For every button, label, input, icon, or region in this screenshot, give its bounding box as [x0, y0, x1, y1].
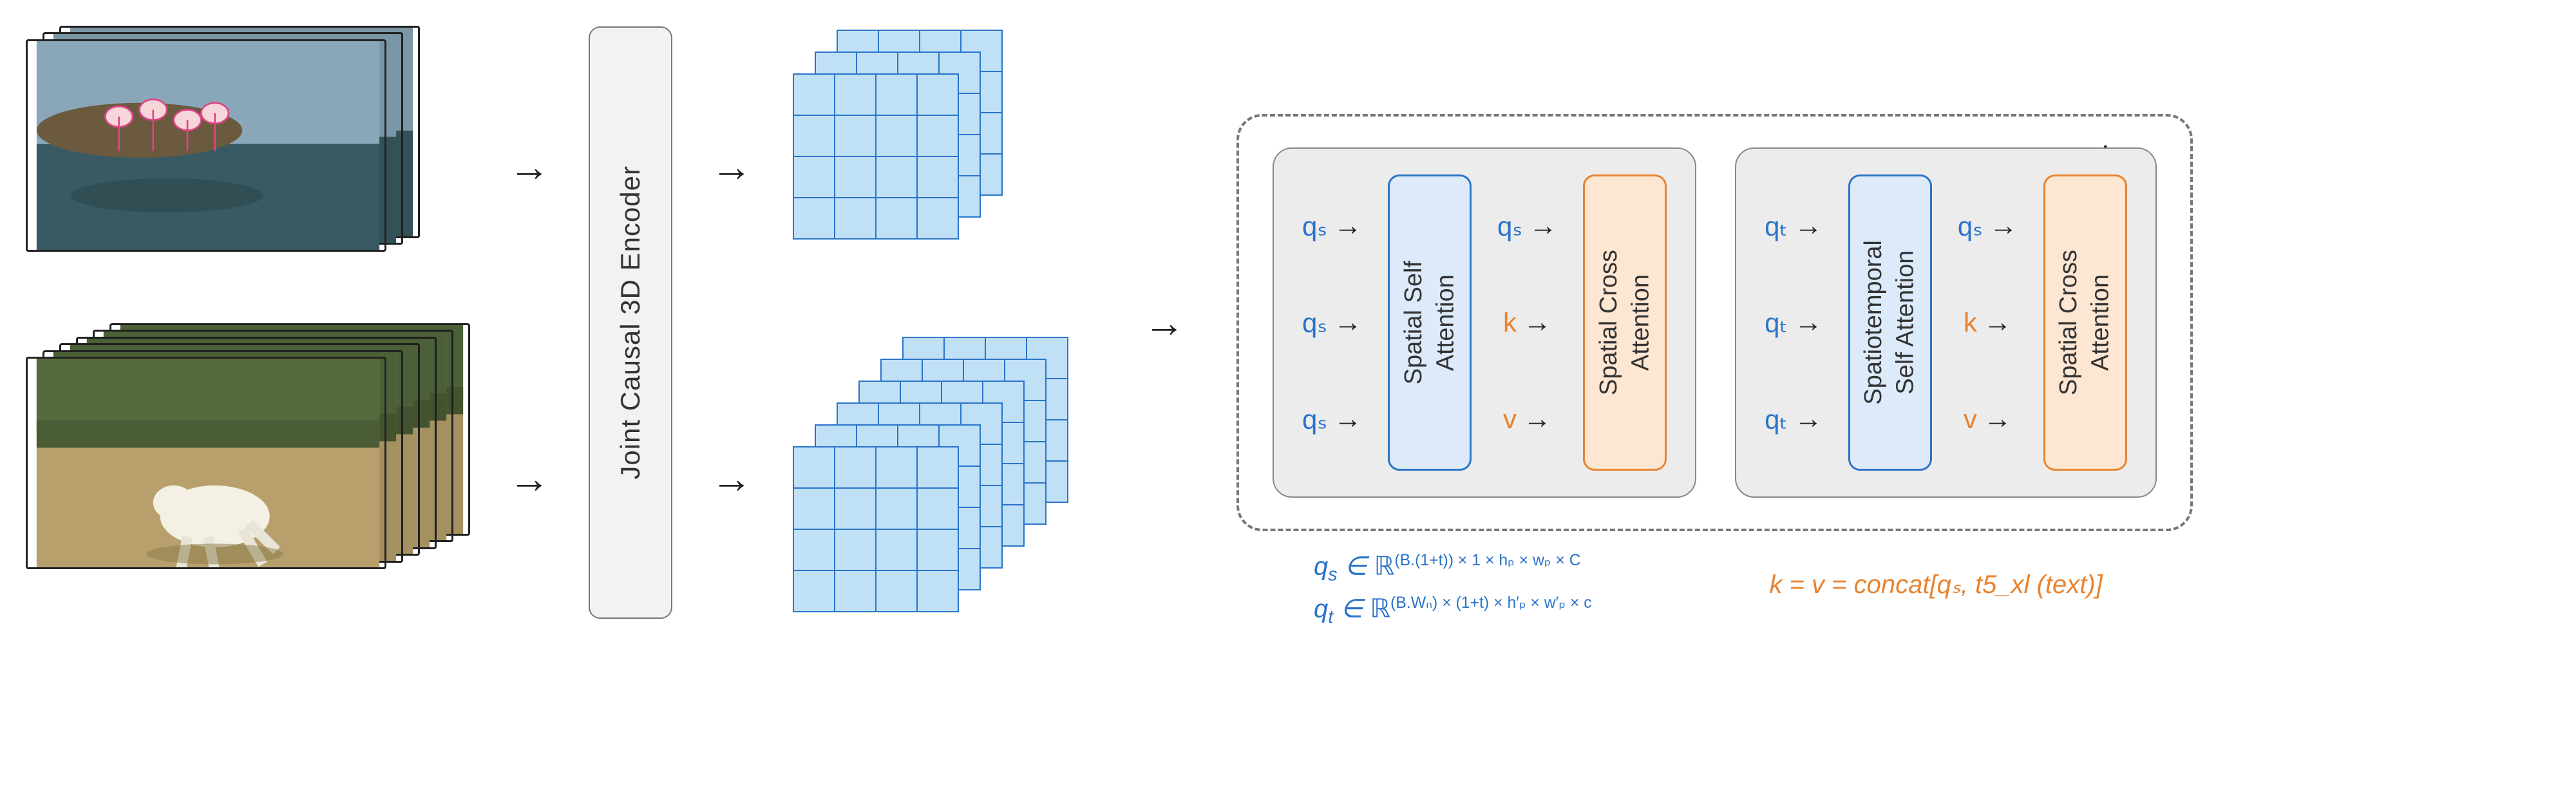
attn-input-label: qₛ	[1302, 211, 1327, 242]
latent-cubes	[791, 28, 1092, 617]
q-shape-equations: qs ∈ ℝ(B.(1+t)) × 1 × hₚ × wₚ × C qt ∈ ℝ…	[1314, 551, 1592, 628]
arrow-icon: →	[1523, 306, 1551, 339]
attn-input-label: k	[1964, 307, 1977, 338]
qt-equation: qt ∈ ℝ(B.Wₙ) × (1+t) × h′ₚ × w′ₚ × c	[1314, 593, 1592, 628]
attn-input-label: qₜ	[1765, 211, 1788, 242]
qs-equation: qs ∈ ℝ(B.(1+t)) × 1 × hₚ × wₚ × C	[1314, 551, 1592, 585]
arrow-icon: →	[509, 146, 550, 187]
arrow-icon: →	[1984, 306, 2012, 339]
encoder-label: Joint Causal 3D Encoder	[615, 165, 646, 480]
transformer-section: × L qₛ→qₛ→qₛ→Spatial SelfAttentionqₛ→k→v…	[1236, 114, 2193, 531]
arrow-icon: →	[711, 146, 752, 187]
attn-input-label: k	[1503, 307, 1517, 338]
spatial-attn-group: qₛ→qₛ→qₛ→Spatial SelfAttentionqₛ→k→v→Spa…	[1273, 147, 1696, 498]
input-stacks	[26, 26, 470, 619]
equations: qs ∈ ℝ(B.(1+t)) × 1 × hₚ × wₚ × C qt ∈ ℝ…	[1236, 531, 2193, 628]
attn-input-label: qₛ	[1497, 211, 1522, 242]
attn-input-label: qₜ	[1765, 307, 1788, 339]
latent-cube-bottom	[791, 335, 1092, 617]
arrows-to-encoder: → →	[509, 146, 550, 499]
arrow-icon: →	[509, 458, 550, 499]
self-attention-box: SpatiotemporalSelf Attention	[1848, 174, 1932, 471]
attn-input-label: v	[1964, 404, 1977, 435]
image-stack-top	[26, 26, 420, 272]
spatiotemporal-attn-group: qₜ→qₜ→qₜ→SpatiotemporalSelf Attentionqₛ→…	[1735, 147, 2157, 498]
arrow-icon: →	[1334, 306, 1362, 339]
attn-input-label: qₜ	[1765, 404, 1788, 435]
kv-equation: k = v = concat[qₛ, t5_xl (text)]	[1769, 570, 2102, 628]
image-stack-bottom	[26, 323, 470, 619]
repeated-block-wrap: qₛ→qₛ→qₛ→Spatial SelfAttentionqₛ→k→v→Spa…	[1236, 114, 2193, 531]
attn-input-label: v	[1503, 404, 1517, 435]
arrow-icon: →	[1529, 210, 1557, 242]
arrow-icon: →	[711, 458, 752, 499]
encoder-block: Joint Causal 3D Encoder	[589, 26, 672, 619]
arrow-icon: →	[1984, 403, 2012, 435]
attn-input-label: qₛ	[1302, 307, 1327, 339]
arrow-icon: →	[1794, 306, 1823, 339]
arrow-icon: →	[1989, 210, 2018, 242]
arrow-icon: →	[1523, 403, 1551, 435]
cross-attention-box: Spatial CrossAttention	[1583, 174, 1667, 471]
self-attention-box: Spatial SelfAttention	[1388, 174, 1472, 471]
attn-input-label: qₛ	[1302, 404, 1327, 435]
arrow-icon: →	[1794, 210, 1823, 242]
arrow-icon: →	[1144, 302, 1185, 343]
image-frame	[26, 357, 386, 569]
arrow-icon: →	[1334, 403, 1362, 435]
latent-cube-top	[791, 28, 1092, 245]
cross-attention-box: Spatial CrossAttention	[2043, 174, 2127, 471]
image-frame	[26, 39, 386, 252]
arrows-to-latents: → →	[711, 146, 752, 499]
attn-input-label: qₛ	[1958, 211, 1983, 242]
arrow-icon: →	[1794, 403, 1823, 435]
arrow-icon: →	[1334, 210, 1362, 242]
